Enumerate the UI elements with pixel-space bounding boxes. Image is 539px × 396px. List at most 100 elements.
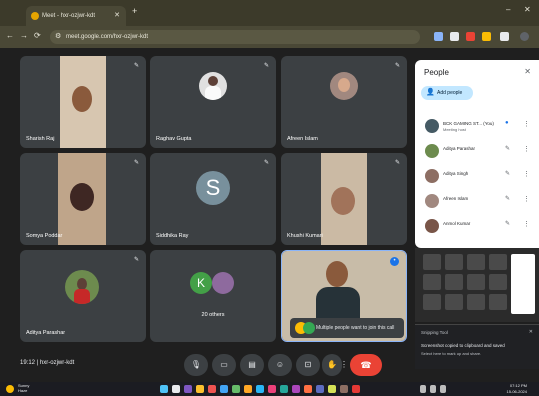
extension-icon[interactable] <box>500 32 509 41</box>
participant-name: Anmol Kumar <box>443 221 471 226</box>
participant-name: Aditya Parashar <box>443 146 476 151</box>
thumbnail-tile <box>423 254 441 270</box>
extension-icon[interactable] <box>482 32 491 41</box>
mic-muted-icon: ✎ <box>505 221 511 227</box>
toast-subtext: Select here to mark up and share. <box>421 351 482 356</box>
participant-tile[interactable]: ✎ Aditya Parashar <box>20 250 146 342</box>
start-icon[interactable] <box>160 385 168 393</box>
participant-avatar <box>199 72 227 100</box>
forward-button[interactable]: → <box>20 31 28 40</box>
more-options-icon[interactable]: ⋮ <box>523 195 530 203</box>
app-icon[interactable] <box>292 385 300 393</box>
join-request-notification[interactable]: Multiple people want to join this call <box>290 318 404 338</box>
mic-muted-icon: ✎ <box>263 63 269 69</box>
site-info-icon[interactable]: ⚙ <box>55 30 61 44</box>
participant-row[interactable]: Aditya Parashar ✎ ⋮ <box>415 140 539 164</box>
phone-hangup-icon: ☎ <box>360 360 372 370</box>
wifi-icon[interactable] <box>420 385 426 393</box>
url-input[interactable]: ⚙ meet.google.com/hxr-ozjwr-kdt <box>50 30 420 44</box>
app-icon[interactable] <box>304 385 312 393</box>
app-icon[interactable] <box>340 385 348 393</box>
app-icon[interactable] <box>244 385 252 393</box>
camera-button[interactable]: ▭ <box>212 354 236 376</box>
thumbnail-tile <box>467 254 485 270</box>
app-icon[interactable] <box>208 385 216 393</box>
tab-close-icon[interactable]: ✕ <box>114 6 120 26</box>
participant-name: Sharish Raj <box>26 136 55 142</box>
camera-icon: ▭ <box>220 360 228 369</box>
participant-tile[interactable]: ✎ Raghav Gupta <box>150 56 276 148</box>
app-icon[interactable] <box>256 385 264 393</box>
mic-muted-icon: ✎ <box>505 146 511 152</box>
more-options-icon[interactable]: ⋮ <box>523 220 530 228</box>
participant-row[interactable]: Afreen Islam ✎ ⋮ <box>415 190 539 214</box>
add-people-button[interactable]: 👤 Add people <box>421 86 473 100</box>
back-button[interactable]: ← <box>6 31 14 40</box>
system-clock[interactable]: 07:12 PM 15-06-2024 <box>507 383 527 395</box>
app-icon[interactable] <box>316 385 324 393</box>
more-options-icon[interactable]: ⋮ <box>523 120 530 128</box>
screenshot-thumbnail[interactable] <box>415 248 539 322</box>
meeting-time-code: 19:12 | hxr-ozjwr-kdt <box>20 360 75 366</box>
participant-name: Afreen Islam <box>287 136 318 142</box>
participant-tile[interactable]: S ✎ Siddhika Ray <box>150 153 276 245</box>
mic-muted-icon: ✎ <box>505 196 511 202</box>
tab-meet[interactable]: Meet - hxr-ozjwr-kdt ✕ <box>26 6 126 26</box>
profile-avatar[interactable] <box>520 32 529 41</box>
window-close-button[interactable]: ✕ <box>524 5 531 14</box>
present-button[interactable]: ⊡ <box>296 354 320 376</box>
participant-video <box>321 153 367 245</box>
end-call-button[interactable]: ☎ <box>350 354 382 376</box>
mic-muted-icon: ✎ <box>394 63 400 69</box>
participant-row[interactable]: BCK GAMING ST... (You) Meeting host ● ⋮ <box>415 115 539 139</box>
person-add-icon: 👤 <box>426 89 435 96</box>
snipping-tool-toast[interactable]: Snipping Tool ✕ Screenshot copied to cli… <box>415 324 539 369</box>
participant-tile[interactable]: ✎ Somya Poddar <box>20 153 146 245</box>
volume-icon[interactable] <box>430 385 436 393</box>
battery-icon[interactable] <box>440 385 446 393</box>
extension-icon[interactable] <box>450 32 459 41</box>
participant-avatar: S <box>196 171 230 205</box>
task-view-icon[interactable] <box>184 385 192 393</box>
search-icon[interactable] <box>172 385 180 393</box>
more-options-button[interactable]: ⋮ <box>338 354 350 376</box>
minimize-button[interactable]: – <box>506 5 510 14</box>
more-options-icon[interactable]: ⋮ <box>523 145 530 153</box>
mic-button[interactable]: 🎙 <box>184 354 208 376</box>
person-face <box>326 261 348 287</box>
chrome-icon[interactable] <box>232 385 240 393</box>
people-panel: People ✕ 👤 Add people BCK GAMING ST... (… <box>415 60 539 248</box>
weather-widget[interactable]: Sunny Haze <box>18 383 29 393</box>
browser-tab-bar: Meet - hxr-ozjwr-kdt ✕ + – ✕ <box>0 0 539 26</box>
app-icon[interactable] <box>352 385 360 393</box>
speaking-indicator-icon: • <box>390 257 399 266</box>
captions-button[interactable]: ▤ <box>240 354 264 376</box>
weather-icon[interactable] <box>6 385 14 393</box>
participant-avatar <box>425 144 439 158</box>
thumbnail-tile <box>489 254 507 270</box>
reload-button[interactable]: ⟳ <box>34 31 41 40</box>
more-options-icon[interactable]: ⋮ <box>523 170 530 178</box>
extension-icon[interactable] <box>466 32 475 41</box>
toast-close-button[interactable]: ✕ <box>529 329 533 335</box>
extension-icon[interactable] <box>434 32 443 41</box>
new-tab-button[interactable]: + <box>132 6 137 16</box>
participant-row[interactable]: Aditya Singh ✎ ⋮ <box>415 165 539 189</box>
participant-row[interactable]: Anmol Kumar ✎ ⋮ <box>415 215 539 239</box>
close-panel-button[interactable]: ✕ <box>524 67 531 76</box>
app-icon[interactable] <box>268 385 276 393</box>
participant-avatar <box>212 272 234 294</box>
app-icon[interactable] <box>328 385 336 393</box>
participant-tile[interactable]: ✎ Sharish Raj <box>20 56 146 148</box>
participant-tile[interactable]: ✎ Afreen Islam <box>281 56 407 148</box>
app-icon[interactable] <box>280 385 288 393</box>
app-icon[interactable] <box>220 385 228 393</box>
participant-video <box>58 153 106 245</box>
file-explorer-icon[interactable] <box>196 385 204 393</box>
others-tile[interactable]: K 20 others <box>150 250 276 342</box>
mic-muted-icon: ✎ <box>133 160 139 166</box>
participant-avatar <box>425 219 439 233</box>
emoji-button[interactable]: ☺ <box>268 354 292 376</box>
participant-tile[interactable]: ✎ Khushi Kumari <box>281 153 407 245</box>
url-text: meet.google.com/hxr-ozjwr-kdt <box>66 34 149 40</box>
